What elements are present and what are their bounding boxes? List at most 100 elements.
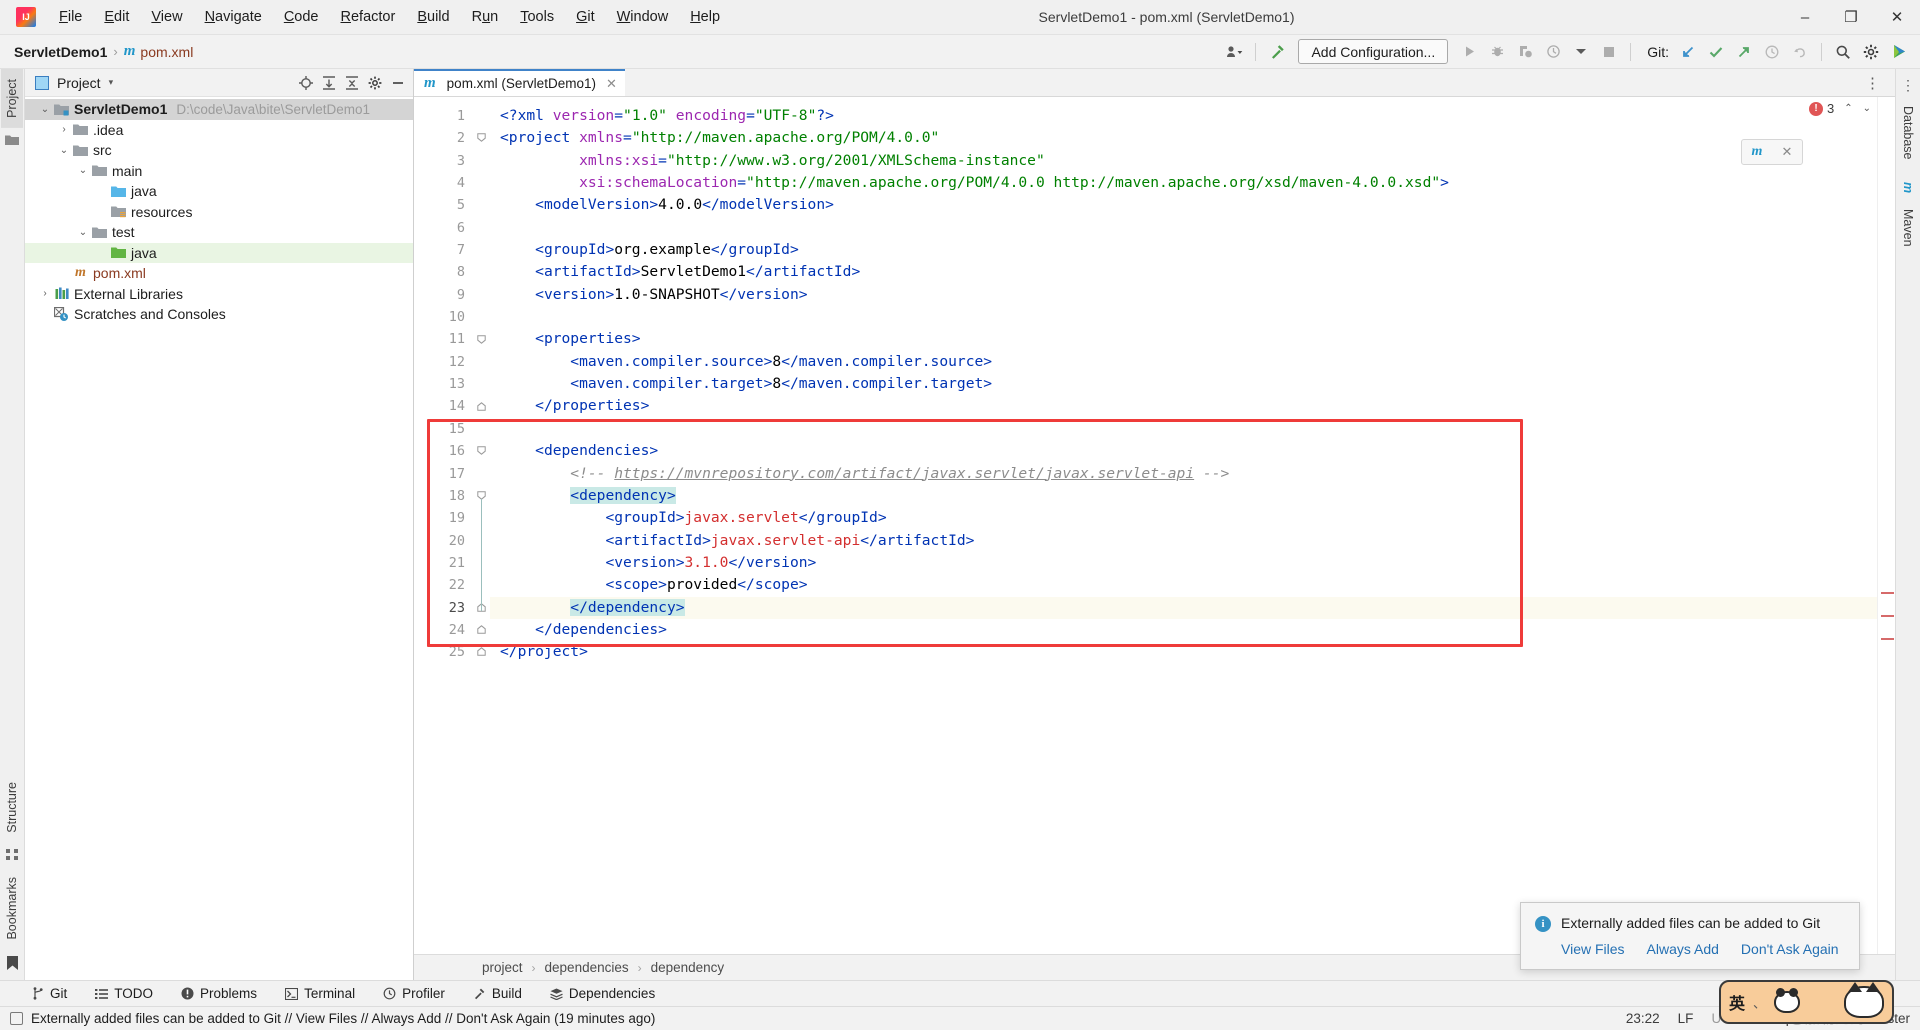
- fold-collapse-icon[interactable]: [476, 646, 487, 657]
- tool-window-problems[interactable]: Problems: [177, 984, 261, 1003]
- fold-expand-icon[interactable]: [476, 132, 487, 143]
- chevron-down-icon[interactable]: ⌄: [75, 165, 91, 176]
- code-line[interactable]: xsi:schemaLocation="http://maven.apache.…: [500, 172, 1877, 194]
- ime-punctuation-toggle[interactable]: 、: [1753, 993, 1766, 1012]
- search-magnifier-icon[interactable]: [1830, 39, 1856, 65]
- tree-node-resources[interactable]: resources: [25, 202, 413, 223]
- more-options-icon[interactable]: ⋮: [1859, 74, 1887, 92]
- menu-help[interactable]: Help: [679, 5, 731, 29]
- status-message[interactable]: Externally added files can be added to G…: [31, 1011, 655, 1026]
- structure-icon[interactable]: [6, 842, 19, 867]
- git-history-clock-icon[interactable]: [1759, 39, 1785, 65]
- menu-run[interactable]: Run: [461, 5, 510, 29]
- minimize-button[interactable]: –: [1782, 0, 1828, 35]
- editor-breadcrumb-project[interactable]: project: [482, 960, 523, 975]
- code-line[interactable]: </dependencies>: [500, 619, 1877, 641]
- git-update-project-icon[interactable]: [1675, 39, 1701, 65]
- tree-node--idea[interactable]: ›.idea: [25, 120, 413, 141]
- close-button[interactable]: ✕: [1874, 0, 1920, 35]
- expand-all-icon[interactable]: [318, 72, 340, 94]
- code-line[interactable]: xmlns:xsi="http://www.w3.org/2001/XMLSch…: [500, 150, 1877, 172]
- tree-node-java[interactable]: java: [25, 243, 413, 264]
- collapse-all-icon[interactable]: [341, 72, 363, 94]
- chevron-right-icon[interactable]: ›: [37, 288, 53, 299]
- project-tree[interactable]: ⌄ServletDemo1D:\code\Java\bite\ServletDe…: [25, 97, 413, 980]
- menu-window[interactable]: Window: [606, 5, 680, 29]
- add-configuration-button[interactable]: Add Configuration...: [1298, 39, 1448, 64]
- ime-mode-label[interactable]: 英: [1729, 990, 1745, 1014]
- sidebar-tab-bookmarks[interactable]: Bookmarks: [1, 867, 23, 950]
- tree-node-external-libraries[interactable]: ›External Libraries: [25, 284, 413, 305]
- code-line[interactable]: <modelVersion>4.0.0</modelVersion>: [500, 194, 1877, 216]
- error-marker[interactable]: [1881, 638, 1894, 640]
- more-options-icon[interactable]: ⋮: [1901, 73, 1915, 98]
- editor-breadcrumb-dependency[interactable]: dependency: [651, 960, 725, 975]
- code-line[interactable]: </properties>: [500, 395, 1877, 417]
- fold-expand-icon[interactable]: [476, 445, 487, 456]
- close-icon[interactable]: ✕: [606, 76, 617, 92]
- sidebar-tab-database[interactable]: Database: [1897, 98, 1919, 168]
- chevron-down-icon[interactable]: ⌄: [37, 104, 53, 115]
- chevron-down-icon[interactable]: ⌄: [75, 227, 91, 238]
- debug-bug-icon[interactable]: [1484, 39, 1510, 65]
- maven-reload-badge[interactable]: m ✕: [1741, 139, 1803, 165]
- breadcrumb-project[interactable]: ServletDemo1: [14, 44, 107, 60]
- maximize-button[interactable]: ❐: [1828, 0, 1874, 35]
- hide-minimize-icon[interactable]: [387, 72, 409, 94]
- error-marker-bar[interactable]: [1877, 97, 1895, 954]
- menu-tools[interactable]: Tools: [509, 5, 565, 29]
- chevron-down-icon[interactable]: ▾: [109, 77, 114, 88]
- tool-window-dependencies[interactable]: Dependencies: [546, 984, 659, 1003]
- tree-node-test[interactable]: ⌄test: [25, 222, 413, 243]
- ide-assistant-icon[interactable]: [1886, 39, 1912, 65]
- menu-navigate[interactable]: Navigate: [194, 5, 273, 29]
- menu-code[interactable]: Code: [273, 5, 330, 29]
- stop-square-icon[interactable]: [1596, 39, 1622, 65]
- code-folding-column[interactable]: [474, 97, 490, 954]
- fold-collapse-icon[interactable]: [476, 401, 487, 412]
- settings-gear-icon[interactable]: [1858, 39, 1884, 65]
- tree-node-scratches-and-consoles[interactable]: Scratches and Consoles: [25, 304, 413, 325]
- chevron-down-icon[interactable]: ⌄: [56, 145, 72, 156]
- code-line[interactable]: <artifactId>javax.servlet-api</artifactI…: [500, 530, 1877, 552]
- previous-error-icon[interactable]: ⌃: [1844, 103, 1852, 114]
- code-line[interactable]: <version>3.1.0</version>: [500, 552, 1877, 574]
- settings-gear-icon[interactable]: [364, 72, 386, 94]
- folder-icon[interactable]: [5, 128, 19, 152]
- tree-node-src[interactable]: ⌄src: [25, 140, 413, 161]
- profiler-icon[interactable]: [1540, 39, 1566, 65]
- menu-view[interactable]: View: [140, 5, 193, 29]
- editor-tab-pom-xml[interactable]: m pom.xml (ServletDemo1) ✕: [414, 69, 625, 96]
- editor-canvas[interactable]: 1234567891011121314151617181920212223242…: [414, 97, 1895, 954]
- status-line-separator[interactable]: LF: [1678, 1011, 1694, 1026]
- tool-window-terminal[interactable]: Terminal: [281, 984, 359, 1003]
- notification-action-always-add[interactable]: Always Add: [1647, 941, 1719, 957]
- close-icon[interactable]: ✕: [1782, 144, 1793, 160]
- run-play-icon[interactable]: [1456, 39, 1482, 65]
- fold-expand-icon[interactable]: [476, 334, 487, 345]
- code-content[interactable]: <?xml version="1.0" encoding="UTF-8"?><p…: [490, 97, 1877, 954]
- sidebar-tab-project[interactable]: Project: [1, 69, 23, 128]
- ime-language-widget[interactable]: 英 、: [1719, 980, 1894, 1024]
- user-dropdown-icon[interactable]: [1221, 39, 1247, 65]
- code-line[interactable]: <groupId>javax.servlet</groupId>: [500, 507, 1877, 529]
- notification-action-don-t-ask-again[interactable]: Don't Ask Again: [1741, 941, 1839, 957]
- git-rollback-undo-icon[interactable]: [1787, 39, 1813, 65]
- code-line[interactable]: <version>1.0-SNAPSHOT</version>: [500, 284, 1877, 306]
- menu-git[interactable]: Git: [565, 5, 606, 29]
- menu-refactor[interactable]: Refactor: [330, 5, 407, 29]
- error-marker[interactable]: [1881, 592, 1894, 594]
- code-line[interactable]: <!-- https://mvnrepository.com/artifact/…: [500, 463, 1877, 485]
- locate-target-icon[interactable]: [295, 72, 317, 94]
- menu-build[interactable]: Build: [406, 5, 460, 29]
- run-with-coverage-icon[interactable]: [1512, 39, 1538, 65]
- notification-action-view-files[interactable]: View Files: [1561, 941, 1625, 957]
- tool-window-profiler[interactable]: Profiler: [379, 984, 449, 1003]
- sidebar-tab-maven[interactable]: Maven: [1897, 201, 1919, 255]
- git-push-arrow-icon[interactable]: [1731, 39, 1757, 65]
- code-line[interactable]: [500, 306, 1877, 328]
- tool-window-git[interactable]: Git: [28, 984, 71, 1003]
- next-error-icon[interactable]: ⌄: [1863, 103, 1871, 114]
- code-line[interactable]: [500, 418, 1877, 440]
- error-marker[interactable]: [1881, 615, 1894, 617]
